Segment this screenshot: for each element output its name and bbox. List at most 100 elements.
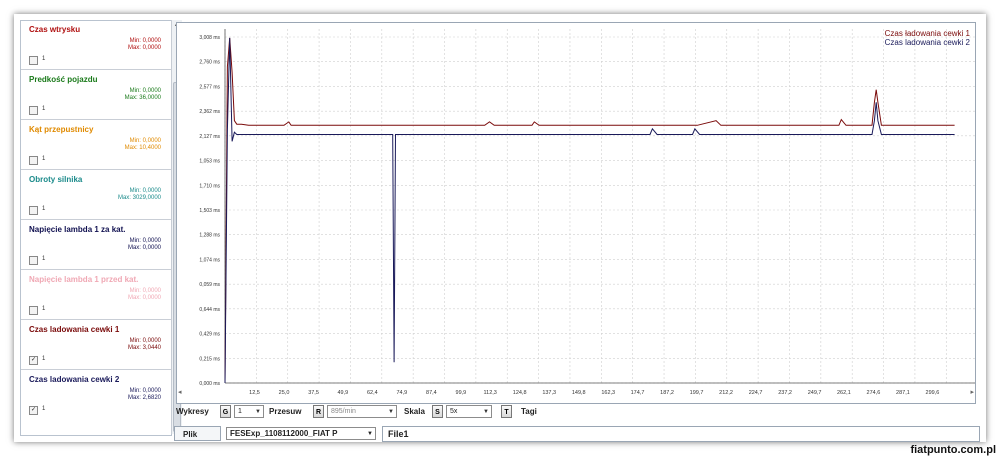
sensor-item[interactable]: Czas wtrysku Min: 0,0000 Max: 0,0000 1 [21, 21, 171, 70]
sensor-name: Czas ladowania cewki 1 [29, 325, 120, 334]
chevron-down-icon: ▼ [483, 409, 489, 415]
sensor-checkbox[interactable] [29, 256, 38, 265]
scroll-left-icon[interactable]: ◂ [178, 388, 182, 396]
file-select-value: FESExp_1108112000_FIAT P [230, 429, 338, 438]
y-tick-label: 1,710 ms [199, 183, 220, 189]
y-tick-label: 1,503 ms [199, 208, 220, 214]
sensor-max: Max: 0,0000 [127, 295, 161, 301]
sensor-item[interactable]: Napięcie lambda 1 przed kat. Min: 0,0000… [21, 271, 171, 320]
y-tick-label: 1,288 ms [199, 233, 220, 239]
y-tick-label: 0,215 ms [199, 356, 220, 362]
series-line-2 [224, 37, 955, 384]
sensor-min: Min: 0,0000 [129, 338, 161, 344]
file-bar: Plik FESExp_1108112000_FIAT P ▼ File1 [174, 424, 980, 442]
wykresy-g-button[interactable]: G [220, 405, 231, 418]
sensor-min: Min: 0,0000 [129, 138, 161, 144]
sensor-min: Min: 0,0000 [129, 188, 161, 194]
y-tick-label: 1,053 ms [199, 159, 220, 165]
sensor-name: Czas ladowania cewki 2 [29, 375, 120, 384]
sensor-max: Max: 2,6820 [127, 395, 161, 401]
y-tick-label: 0,000 ms [199, 381, 220, 387]
przesuw-r-button[interactable]: R [313, 405, 324, 418]
sensor-checkbox[interactable] [29, 106, 38, 115]
sensor-checkbox[interactable]: ✓ [29, 406, 38, 415]
y-tick-label: 2,760 ms [199, 60, 220, 66]
sensor-min: Min: 0,0000 [129, 38, 161, 44]
plik-box: Plik [174, 426, 221, 441]
sensor-index: 1 [42, 206, 46, 212]
sensor-checkbox[interactable]: ✓ [29, 356, 38, 365]
file-name-field[interactable]: File1 [382, 426, 980, 442]
chart-toolbar: Wykresy G 1 ▼ Przesuw R 895/min ▼ Skala S … [176, 404, 976, 422]
sensor-index: 1 [42, 256, 46, 262]
y-tick-label: 2,577 ms [199, 84, 220, 90]
sensor-max: Max: 0,0000 [127, 245, 161, 251]
chevron-down-icon: ▼ [255, 409, 261, 415]
line-chart: 3,008 ms 2,760 ms 2,577 ms 2,362 ms 2,127 ms… [199, 29, 975, 396]
sensor-item[interactable]: Napięcie lambda 1 za kat. Min: 0,0000 Ma… [21, 221, 171, 270]
chart-hscroll[interactable]: ◂ ▸ [176, 388, 976, 398]
sensor-max: Max: 36,0000 [124, 95, 161, 101]
chevron-down-icon: ▼ [367, 431, 373, 437]
legend-series-1: Czas ładowania cewki 1 [885, 29, 971, 38]
chevron-down-icon: ▼ [388, 409, 394, 415]
sensor-min: Min: 0,0000 [129, 88, 161, 94]
skala-label: Skala [404, 407, 425, 416]
y-tick-label: 1,074 ms [199, 257, 220, 263]
sensor-min: Min: 0,0000 [129, 288, 161, 294]
sensor-list: Czas wtrysku Min: 0,0000 Max: 0,0000 1 P… [20, 20, 172, 436]
series-lines [224, 37, 955, 384]
przesuw-label: Przesuw [269, 407, 302, 416]
sensor-name: Kąt przepustnicy [29, 125, 94, 134]
sensor-checkbox[interactable] [29, 56, 38, 65]
sensor-item[interactable]: Obroty silnika Min: 0,0000 Max: 3029,000… [21, 171, 171, 220]
y-tick-label: 2,362 ms [199, 109, 220, 115]
sensor-item[interactable]: Czas ladowania cewki 1 Min: 0,0000 Max: … [21, 321, 171, 370]
app-window: Czas wtrysku Min: 0,0000 Max: 0,0000 1 P… [14, 14, 986, 442]
sensor-index: 1 [42, 56, 46, 62]
legend: Czas ładowania cewki 1 Czas ladowania ce… [885, 29, 971, 47]
tagi-t-button[interactable]: T [501, 405, 512, 418]
sensor-name: Czas wtrysku [29, 25, 81, 34]
sensor-index: 1 [42, 106, 46, 112]
scroll-right-icon[interactable]: ▸ [970, 388, 974, 396]
sensor-max: Max: 0,0000 [127, 45, 161, 51]
sensor-checkbox[interactable] [29, 206, 38, 215]
sensor-item[interactable]: Czas ladowania cewki 2 Min: 0,0000 Max: … [21, 371, 171, 420]
skala-s-button[interactable]: S [432, 405, 443, 418]
sensor-item[interactable]: Predkość pojazdu Min: 0,0000 Max: 36,000… [21, 71, 171, 120]
sensor-name: Predkość pojazdu [29, 75, 98, 84]
sensor-index: 1 [42, 406, 46, 412]
przesuw-select[interactable]: 895/min ▼ [327, 405, 397, 418]
sensor-max: Max: 3029,0000 [117, 195, 161, 201]
sensor-name: Napięcie lambda 1 za kat. [29, 225, 126, 234]
plik-label: Plik [183, 430, 198, 439]
wykresy-label: Wykresy [176, 407, 209, 416]
sensor-name: Napięcie lambda 1 przed kat. [29, 275, 139, 284]
watermark: fiatpunto.com.pl [910, 444, 996, 456]
sensor-min: Min: 0,0000 [129, 238, 161, 244]
wykresy-select-value: 1 [238, 408, 242, 415]
grid [224, 29, 975, 384]
sensor-max: Max: 3,0440 [127, 345, 161, 351]
skala-select-value: 5x [450, 408, 458, 415]
y-axis: 3,008 ms 2,760 ms 2,577 ms 2,362 ms 2,127 ms… [199, 35, 220, 387]
sensor-checkbox[interactable] [29, 156, 38, 165]
y-tick-label: 0,644 ms [199, 307, 220, 313]
sensor-name: Obroty silnika [29, 175, 83, 184]
y-tick-label: 0,059 ms [199, 282, 220, 288]
sensor-min: Min: 0,0000 [129, 388, 161, 394]
legend-series-2: Czas ladowania cewki 2 [885, 38, 971, 47]
sensor-item[interactable]: Kąt przepustnicy Min: 0,0000 Max: 10,400… [21, 121, 171, 170]
skala-select[interactable]: 5x ▼ [446, 405, 492, 418]
przesuw-select-value: 895/min [331, 408, 356, 415]
file-select[interactable]: FESExp_1108112000_FIAT P ▼ [226, 427, 376, 440]
y-tick-label: 3,008 ms [199, 35, 220, 41]
series-line-1 [224, 37, 955, 384]
sensor-checkbox[interactable] [29, 306, 38, 315]
sensor-index: 1 [42, 306, 46, 312]
wykresy-select[interactable]: 1 ▼ [234, 405, 264, 418]
chart-area[interactable]: 3,008 ms 2,760 ms 2,577 ms 2,362 ms 2,127 ms… [176, 22, 976, 404]
sensor-max: Max: 10,4000 [124, 145, 161, 151]
y-tick-label: 2,127 ms [199, 134, 220, 140]
